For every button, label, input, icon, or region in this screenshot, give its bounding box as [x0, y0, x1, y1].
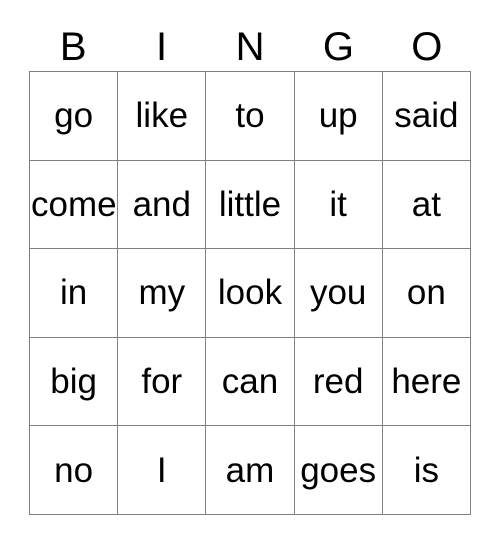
bingo-row: in my look you on	[28, 248, 472, 338]
bingo-row: come and little it at	[28, 159, 472, 250]
bingo-cell[interactable]: no	[28, 425, 119, 515]
bingo-cell[interactable]: my	[117, 248, 207, 338]
bingo-cell[interactable]: and	[117, 159, 207, 250]
bingo-cell[interactable]: for	[117, 336, 207, 427]
bingo-cell[interactable]: little	[205, 159, 295, 250]
bingo-header-letter-b: B	[59, 24, 87, 69]
bingo-cell[interactable]: said	[381, 71, 472, 161]
bingo-cell[interactable]: like	[117, 71, 207, 161]
bingo-cell[interactable]: go	[28, 71, 119, 161]
bingo-cell[interactable]: big	[28, 336, 119, 427]
bingo-cell[interactable]: come	[28, 159, 119, 250]
bingo-cell[interactable]: at	[381, 159, 472, 250]
bingo-cell[interactable]: it	[293, 159, 383, 250]
bingo-header-letter-o: O	[411, 24, 443, 69]
bingo-cell[interactable]: can	[205, 336, 295, 427]
bingo-header-letter-i: I	[156, 24, 168, 69]
bingo-cell[interactable]: in	[28, 248, 119, 338]
bingo-row: no I am goes is	[28, 425, 472, 515]
bingo-header-letter-g: G	[322, 24, 354, 69]
bingo-cell[interactable]: red	[293, 336, 383, 427]
bingo-cell[interactable]: to	[205, 71, 295, 161]
bingo-row: go like to up said	[28, 71, 472, 161]
bingo-header-letter-n: N	[235, 24, 265, 69]
bingo-cell[interactable]: here	[381, 336, 472, 427]
bingo-cell[interactable]: you	[293, 248, 383, 338]
bingo-cell[interactable]: up	[293, 71, 383, 161]
bingo-card: B I N G O go like to up said come and li…	[28, 22, 472, 515]
bingo-cell[interactable]: am	[205, 425, 295, 515]
bingo-grid: go like to up said come and little it at…	[28, 71, 472, 515]
bingo-cell[interactable]: I	[117, 425, 207, 515]
bingo-cell[interactable]: is	[381, 425, 472, 515]
bingo-cell[interactable]: goes	[293, 425, 383, 515]
bingo-row: big for can red here	[28, 336, 472, 427]
bingo-cell[interactable]: on	[381, 248, 472, 338]
bingo-header-row: B I N G O	[29, 22, 471, 71]
bingo-cell[interactable]: look	[205, 248, 295, 338]
